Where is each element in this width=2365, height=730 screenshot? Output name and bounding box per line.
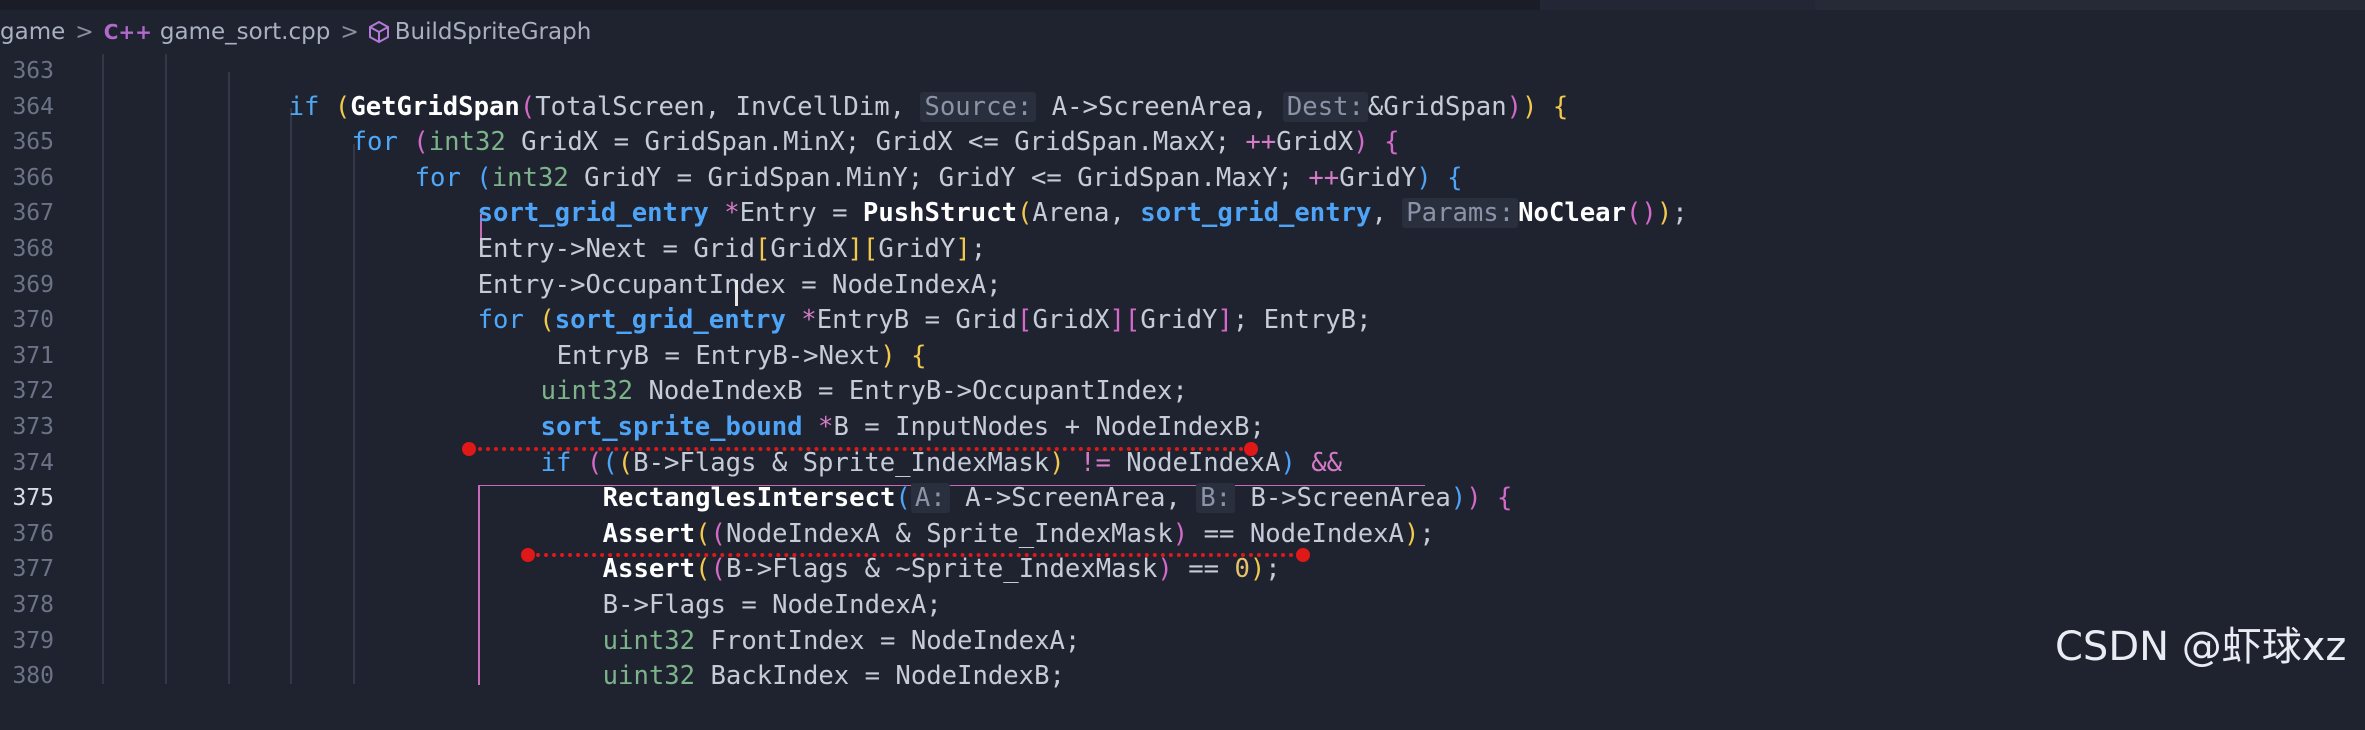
line-number: 369 xyxy=(12,271,54,298)
code-line-368[interactable]: Entry->OccupantIndex = NodeIndexA; xyxy=(416,232,1002,300)
line-number: 364 xyxy=(12,93,54,120)
annotation-endpoint xyxy=(462,442,476,456)
code-line-364[interactable]: for (int32 GridX = GridSpan.MinX; GridX … xyxy=(290,90,1400,157)
code-line-366[interactable]: sort_grid_entry *Entry = PushStruct(Aren… xyxy=(416,161,1688,229)
code-line-369[interactable]: for (sort_grid_entry *EntryB = Grid[Grid… xyxy=(416,268,1372,335)
line-number: 366 xyxy=(12,164,54,191)
code-line-375[interactable]: Assert((NodeIndexA & Sprite_IndexMask) =… xyxy=(541,481,1435,549)
tab-strip-segment xyxy=(1815,0,2365,10)
line-number: 380 xyxy=(12,663,54,690)
line-number: 376 xyxy=(12,520,54,547)
breadcrumb-folder[interactable]: game xyxy=(0,19,65,45)
line-number: 368 xyxy=(12,236,54,262)
chevron-right-icon: > xyxy=(75,19,94,45)
code-line-373[interactable]: if (((B->Flags & Sprite_IndexMask) != No… xyxy=(479,410,1342,478)
code-line-365[interactable]: for (int32 GridY = GridSpan.MinY; GridY … xyxy=(353,125,1463,193)
breadcrumb-file[interactable]: game_sort.cpp xyxy=(160,19,330,45)
code-line-377[interactable]: B->Flags = NodeIndexA; xyxy=(541,552,942,620)
indent-guide xyxy=(102,54,104,684)
code-line-371[interactable]: uint32 NodeIndexB = EntryB->OccupantInde… xyxy=(479,339,1188,406)
line-number: 377 xyxy=(12,556,54,583)
line-number: 367 xyxy=(12,200,54,227)
line-number: 379 xyxy=(12,627,54,654)
code-line-367[interactable]: Entry->Next = Grid[GridX][GridY]; xyxy=(416,196,987,264)
watermark-text: CSDN @虾球xz xyxy=(2055,624,2347,670)
breadcrumb: game > C++ game_sort.cpp > BuildSpriteGr… xyxy=(0,10,2365,54)
code-line-370[interactable]: EntryB = EntryB->Next) { xyxy=(495,303,927,371)
code-line-378[interactable]: uint32 FrontIndex = NodeIndexA; xyxy=(541,588,1081,656)
tab-strip xyxy=(0,0,2365,10)
tab-strip-segment xyxy=(1540,0,1840,10)
code-line-363[interactable]: if (GetGridSpan(TotalScreen, InvCellDim,… xyxy=(227,54,1568,122)
line-number: 374 xyxy=(12,449,54,476)
line-number: 378 xyxy=(12,592,54,618)
line-number: 375 xyxy=(12,485,54,512)
code-editor[interactable]: 363 364 365 366 367 368 369 370 371 372 373 374 375 3… xyxy=(0,54,2365,691)
inlay-hint: Params: xyxy=(1402,198,1519,229)
chevron-right-icon: > xyxy=(340,19,359,45)
indent-guide xyxy=(165,54,167,684)
method-cube-icon xyxy=(368,21,389,43)
line-number: 372 xyxy=(12,378,54,405)
code-line-379[interactable]: uint32 BackIndex = NodeIndexB; xyxy=(541,624,1065,691)
line-number: 371 xyxy=(12,342,54,369)
annotation-endpoint xyxy=(521,548,535,562)
line-number: 363 xyxy=(12,58,54,84)
line-number: 365 xyxy=(12,129,54,156)
annotation-endpoint xyxy=(1296,548,1310,562)
code-line-372[interactable]: sort_sprite_bound *B = InputNodes + Node… xyxy=(479,374,1265,442)
cpp-file-icon: C++ xyxy=(103,20,152,44)
annotation-endpoint xyxy=(1244,442,1258,456)
indent-guide xyxy=(228,72,230,684)
annotation-dotted-line xyxy=(528,553,1302,557)
mouse-ibeam-cursor xyxy=(735,280,738,306)
line-number-gutter: 363 364 365 366 367 368 369 370 371 372 373 374 375 3… xyxy=(0,54,70,689)
code-line-376[interactable]: Assert((B->Flags & ~Sprite_IndexMask) ==… xyxy=(541,517,1281,584)
line-number: 373 xyxy=(12,414,54,440)
annotation-dotted-line xyxy=(470,447,1252,451)
line-number: 370 xyxy=(12,307,54,334)
breadcrumb-symbol[interactable]: BuildSpriteGraph xyxy=(395,19,592,45)
